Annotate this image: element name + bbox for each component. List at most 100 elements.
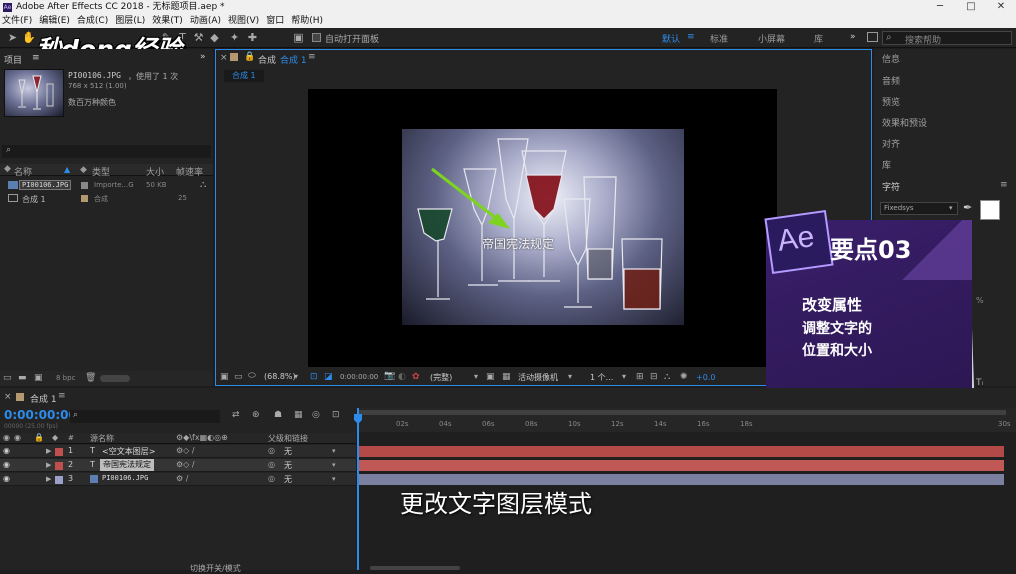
work-area-bar[interactable]: [358, 410, 1006, 415]
col-framerate[interactable]: 帧速率: [176, 165, 203, 178]
col-size[interactable]: 大小: [146, 165, 164, 178]
comp-menu-icon[interactable]: ≡: [308, 52, 316, 62]
fast-preview-icon[interactable]: ⊞: [636, 372, 644, 382]
layer-row-2[interactable]: ◉ ▶ 2 T 帝国宪法规定 ⚙◇ / ◎ 无 ▾: [0, 459, 356, 472]
expand-icon[interactable]: ▶: [46, 447, 51, 455]
menu-help[interactable]: 帮助(H): [291, 14, 323, 28]
col-type[interactable]: 类型: [92, 165, 110, 178]
draft-3d-icon[interactable]: ⊛: [252, 410, 260, 420]
search-help-field[interactable]: ⌕ 搜索帮助: [882, 31, 1012, 46]
comp-mini-flowchart-icon[interactable]: ⇄: [232, 410, 240, 420]
layer-name[interactable]: <空文本图层>: [102, 446, 155, 457]
workspace-standard[interactable]: 标准: [710, 32, 728, 45]
zoom-level[interactable]: (68.8%): [264, 372, 296, 381]
layer-parent[interactable]: 无: [284, 446, 292, 457]
layer-parent[interactable]: 无: [284, 474, 292, 485]
project-row-footage[interactable]: PI00106.JPG Importe...G 50 KB ⛬: [0, 179, 213, 192]
resolution-dropdown-icon[interactable]: ▾: [474, 372, 478, 381]
layer-name-editing[interactable]: 帝国宪法规定: [100, 459, 154, 471]
pin-tool-icon[interactable]: ✚: [246, 31, 259, 44]
camera-select[interactable]: 活动摄像机: [518, 372, 558, 383]
parent-dropdown-icon[interactable]: ▾: [332, 447, 336, 455]
menu-animation[interactable]: 动画(A): [190, 14, 221, 28]
transparency-grid-icon[interactable]: ▦: [502, 372, 511, 382]
new-folder-icon[interactable]: ▬: [18, 373, 27, 383]
col-name[interactable]: 名称: [14, 165, 32, 178]
resolution-select[interactable]: (完整): [430, 372, 452, 383]
timeline-menu-icon[interactable]: ≡: [58, 391, 66, 401]
comp-tab-name[interactable]: 合成 1: [280, 53, 307, 66]
workspace-libraries[interactable]: 库: [814, 32, 823, 45]
motion-blur-icon[interactable]: ◎: [312, 410, 320, 420]
layer-label-color[interactable]: [55, 476, 63, 484]
layer-switches-icon[interactable]: ⚙◇ /: [176, 446, 195, 455]
timeline-timecode[interactable]: 0:00:00:00: [4, 408, 77, 422]
zoom-dropdown-icon[interactable]: ▾: [294, 372, 298, 381]
layer-bar-1[interactable]: [358, 446, 1004, 457]
menu-edit[interactable]: 编辑(E): [39, 14, 70, 28]
parent-pickwhip-icon[interactable]: ◎: [268, 446, 275, 455]
playhead-line[interactable]: [357, 408, 359, 570]
brush-tool-icon[interactable]: ⚒: [192, 31, 205, 44]
views-select[interactable]: 1 个...: [590, 372, 613, 383]
layer-label-color[interactable]: [55, 462, 63, 470]
menu-window[interactable]: 窗口: [266, 14, 284, 28]
panel-info[interactable]: 信息: [882, 52, 900, 65]
views-dropdown-icon[interactable]: ▾: [622, 372, 626, 381]
workspace-small-screen[interactable]: 小屏幕: [758, 32, 785, 45]
parent-header[interactable]: 父级和链接: [268, 433, 308, 444]
lock-icon[interactable]: 🔒: [244, 52, 255, 62]
layer-row-1[interactable]: ◉ ▶ 1 T <空文本图层> ⚙◇ / ◎ 无 ▾: [0, 445, 356, 458]
transparency-icon[interactable]: ◪: [324, 372, 333, 382]
exposure-value[interactable]: +0.0: [696, 373, 715, 382]
grid-icon[interactable]: ⊡: [310, 372, 318, 382]
minimize-button[interactable]: ─: [925, 0, 955, 14]
project-row-comp[interactable]: 合成 1 合成 25: [0, 192, 213, 205]
layer-name[interactable]: PI00106.JPG: [102, 474, 148, 482]
monitor-icon[interactable]: ▭: [234, 372, 243, 382]
eraser-tool-icon[interactable]: ◆: [208, 31, 221, 44]
auto-open-checkbox[interactable]: [312, 33, 321, 42]
workspace-more[interactable]: »: [850, 32, 856, 42]
panel-audio[interactable]: 音频: [882, 74, 900, 87]
source-name-header[interactable]: 源名称: [90, 433, 114, 444]
project-search-input[interactable]: ⌕: [2, 145, 211, 158]
tracking-icon[interactable]: Tᵢ: [976, 378, 983, 388]
menu-view[interactable]: 视图(V): [228, 14, 259, 28]
visibility-icon[interactable]: ◉: [3, 460, 10, 469]
visibility-icon[interactable]: ◉: [3, 446, 10, 455]
show-snapshot-icon[interactable]: ◐: [398, 372, 406, 382]
project-menu-icon[interactable]: ≡: [32, 53, 40, 63]
panel-icon[interactable]: ▣: [292, 31, 305, 44]
workspace-default[interactable]: 默认: [662, 32, 680, 45]
panel-preview[interactable]: 预览: [882, 95, 900, 108]
layer-label-color[interactable]: [55, 448, 63, 456]
project-tab[interactable]: 项目: [4, 53, 22, 66]
workspace-menu-icon[interactable]: ≡: [687, 32, 695, 42]
comp-tab-label[interactable]: 合成: [258, 53, 276, 66]
fill-color-swatch[interactable]: [980, 200, 1000, 220]
close-button[interactable]: ✕: [986, 0, 1016, 14]
toggle-switches-modes[interactable]: 切换开关/模式: [190, 563, 241, 574]
shy-layers-icon[interactable]: ☗: [274, 410, 282, 420]
parent-dropdown-icon[interactable]: ▾: [332, 461, 336, 469]
always-preview-icon[interactable]: ▣: [220, 372, 229, 382]
sync-icon[interactable]: [867, 32, 878, 42]
layer-parent[interactable]: 无: [284, 460, 292, 471]
expand-icon[interactable]: ▶: [46, 475, 51, 483]
timeline-search-input[interactable]: ⌕: [70, 410, 220, 423]
layer-bar-2[interactable]: [358, 460, 1004, 471]
timeline-icon[interactable]: ⊟: [650, 372, 658, 382]
reset-exposure-icon[interactable]: ✺: [680, 372, 688, 382]
close-tab-icon[interactable]: ×: [220, 53, 228, 63]
snapshot-icon[interactable]: 📷: [384, 371, 395, 381]
menu-effect[interactable]: 效果(T): [152, 14, 183, 28]
mask-icon[interactable]: ⬭: [248, 371, 256, 381]
comp-subtab[interactable]: 合成 1: [224, 70, 264, 82]
parent-dropdown-icon[interactable]: ▾: [332, 475, 336, 483]
close-timeline-icon[interactable]: ×: [4, 392, 12, 402]
frame-blending-icon[interactable]: ▦: [294, 410, 303, 420]
interpret-icon[interactable]: ▭: [3, 373, 12, 383]
zoom-slider[interactable]: [370, 566, 460, 570]
parent-pickwhip-icon[interactable]: ◎: [268, 460, 275, 469]
